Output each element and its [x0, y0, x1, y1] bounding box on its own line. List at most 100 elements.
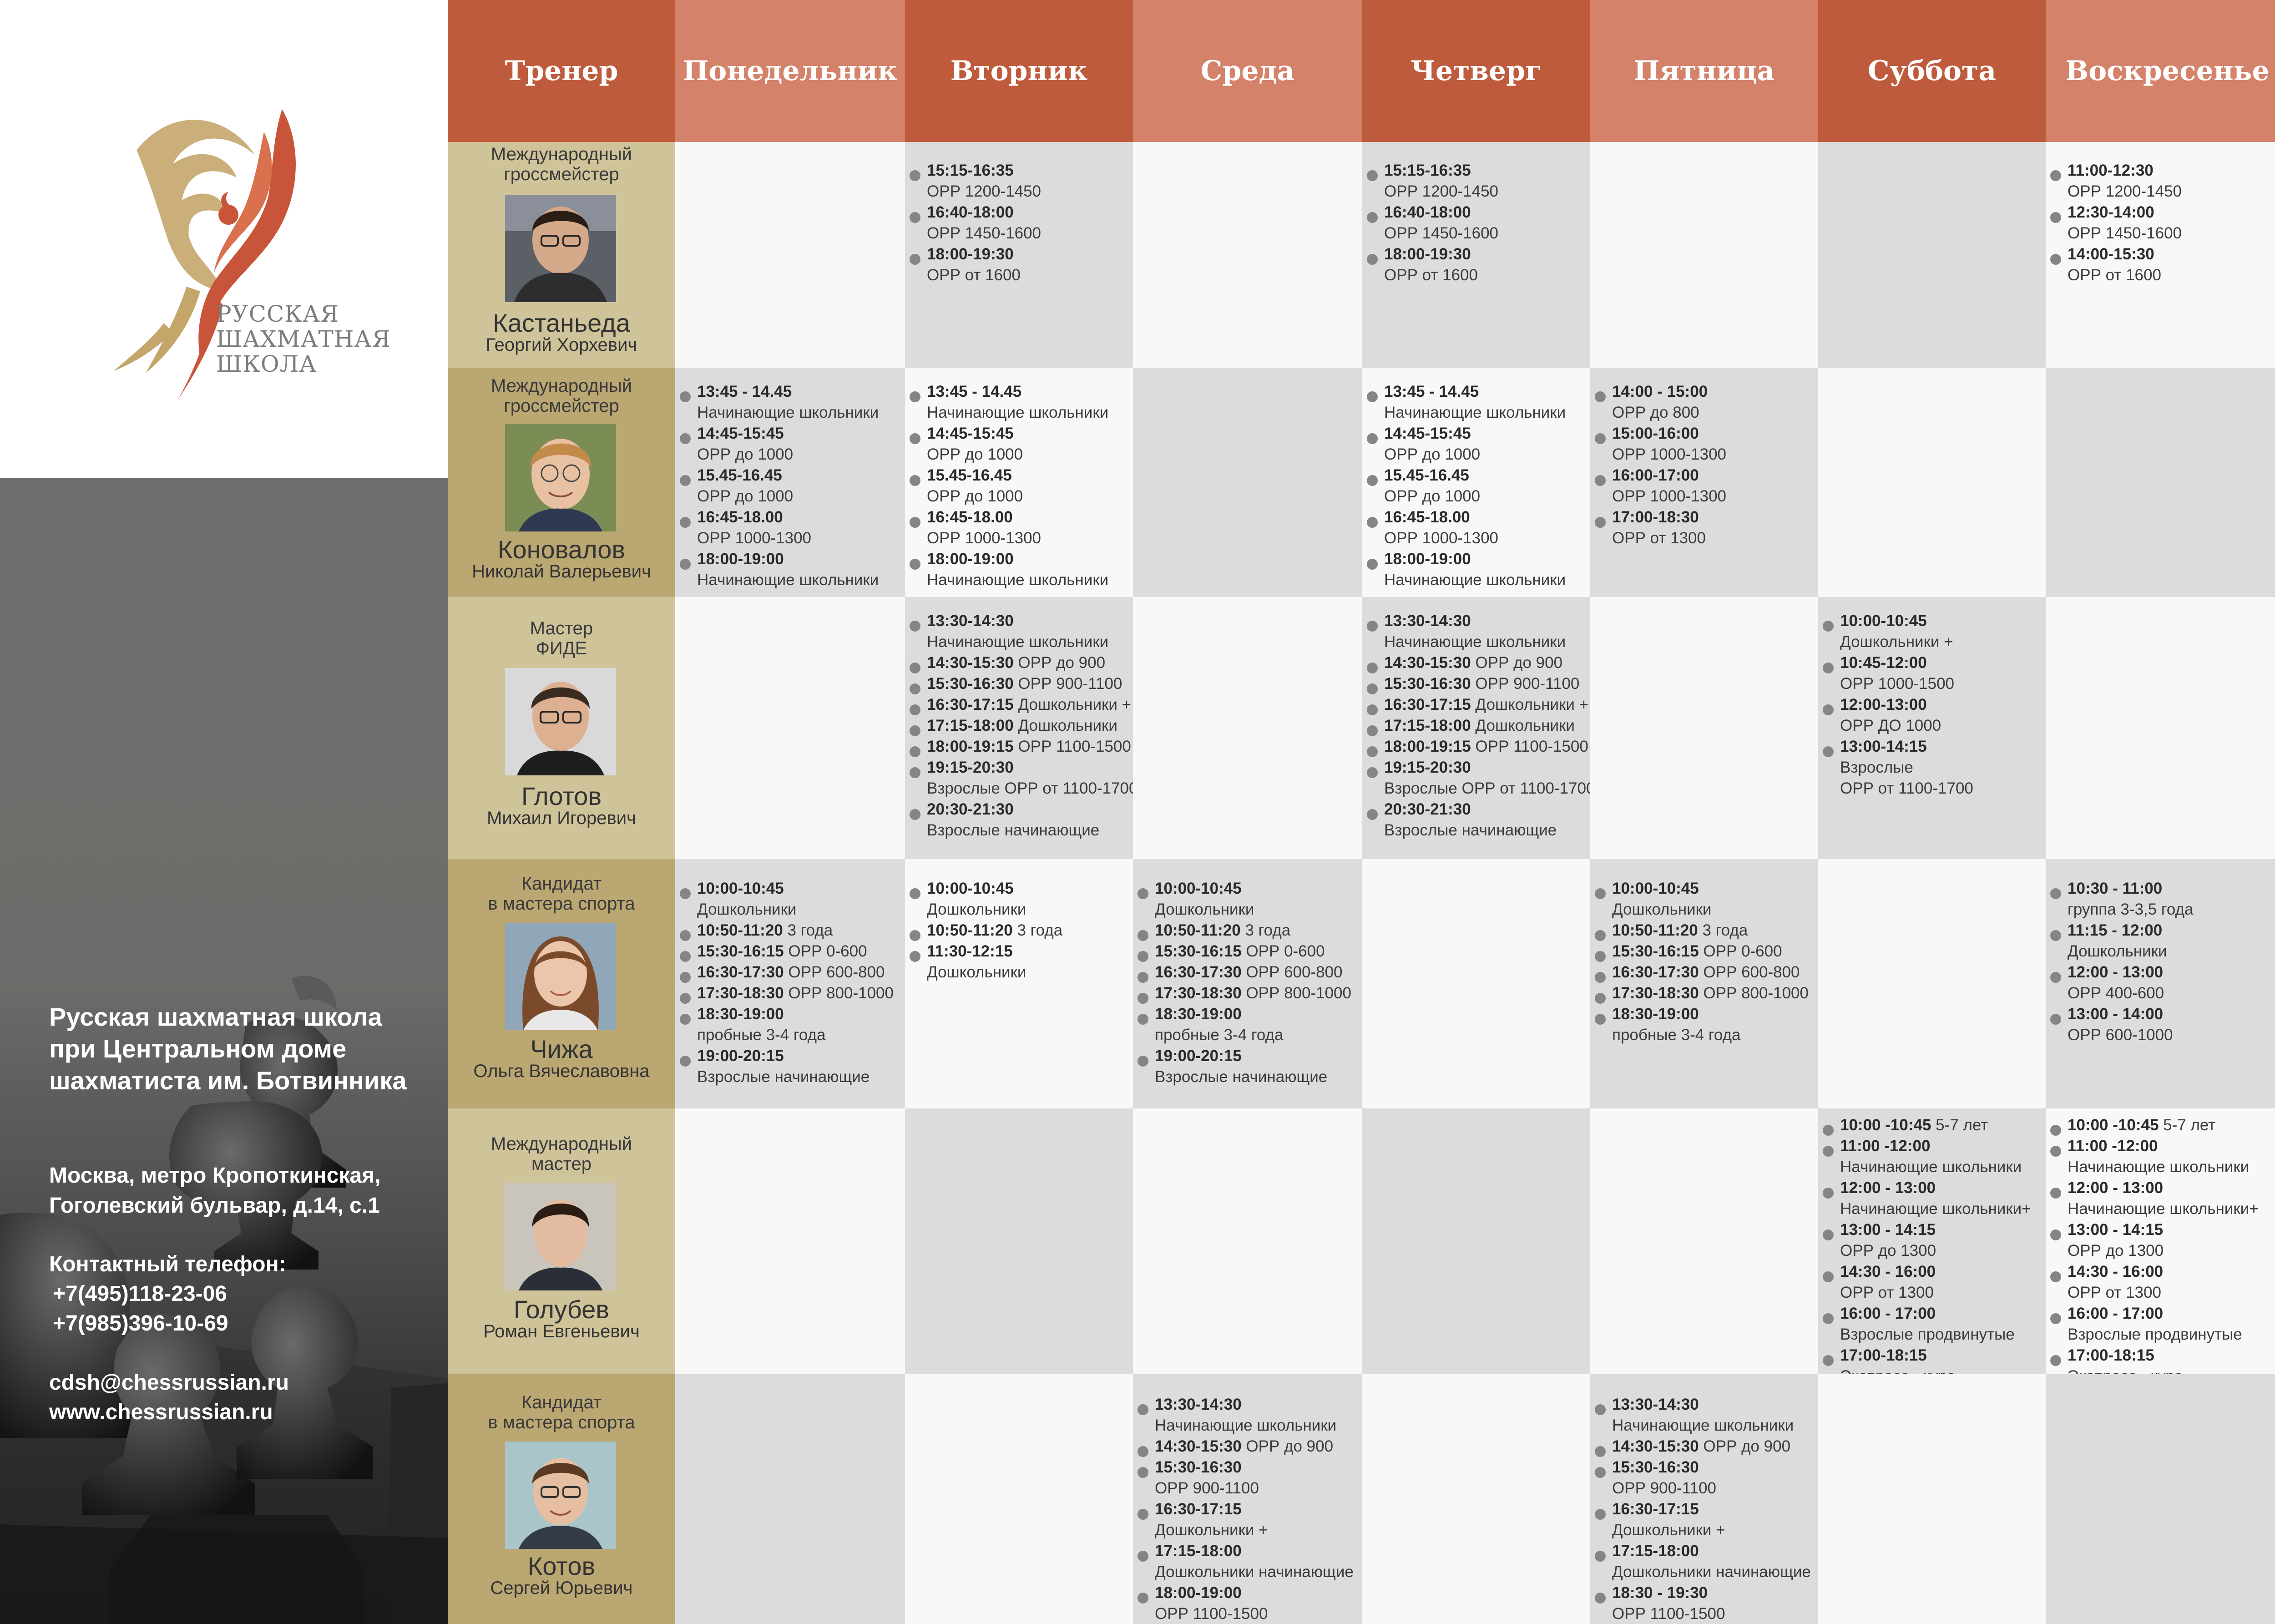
schedule-cell-4-tuesday: 10:00-10:45 Дошкольники 10:50-11:20 3 года…: [905, 859, 1133, 1108]
session-group-line: Начинающие школьники: [1362, 402, 1590, 423]
logo-text-line1: РУССКАЯ: [216, 301, 339, 327]
phone-2[interactable]: +7(985)396-10-69: [53, 1313, 228, 1335]
header-thursday: Четверг: [1362, 0, 1590, 142]
session-group-line: Взрослые начинающие: [905, 820, 1133, 841]
session-group-line: ОРР 1000-1300: [675, 528, 905, 549]
session-group: 5-7 лет: [2159, 1116, 2216, 1134]
session-time-line: 15:30-16:30 ОРР 900-1100: [1362, 673, 1590, 694]
bullet-icon: [1595, 391, 1606, 402]
bullet-icon: [680, 391, 691, 402]
session-group-line: ОРР 900-1100: [1590, 1478, 1818, 1499]
session-group-line: ОРР до 1000: [905, 486, 1133, 507]
session-group: ОРР до 1000: [697, 445, 794, 463]
session-group-line: ОРР до 1300: [1818, 1240, 2046, 1261]
session-group: ОРР до 1300: [1840, 1242, 1936, 1260]
schedule-cell-1-tuesday: 15:15-16:35 ОРР 1200-1450 16:40-18:00 ОРР 1…: [905, 142, 1133, 368]
session-group: ОРР от 1600: [927, 266, 1021, 284]
session-group: ОРР 1000-1500: [1840, 675, 1955, 693]
bullet-icon: [2050, 1188, 2061, 1199]
session-time-line: 14:45-15:45: [905, 423, 1133, 444]
session-group: ОРР от 1300: [2068, 1284, 2161, 1301]
session-time: 10:00-10:45: [927, 880, 1014, 897]
session-time: 12:00-13:00: [1840, 696, 1927, 713]
session-time-line: 12:00 - 13:00: [2046, 962, 2275, 983]
session-group-line: Дошкольники: [1133, 899, 1362, 920]
session-time-line: 16:45-18.00: [1362, 507, 1590, 528]
bullet-icon: [1595, 1509, 1606, 1520]
session-time-line: 17:00-18:15: [2046, 1345, 2275, 1366]
bullet-icon: [2050, 1014, 2061, 1025]
session-time: 11:00 -12:00: [1840, 1137, 1931, 1155]
session-group-line: ОРР 1450-1600: [2046, 223, 2275, 244]
trainer-title-line: гроссмейстер: [504, 396, 619, 416]
email-link[interactable]: cdsh@chessrussian.ru: [49, 1372, 289, 1394]
bullet-icon: [1367, 746, 1378, 757]
bullet-icon: [1823, 1146, 1834, 1157]
session-time-line: 11:30-12:15: [905, 941, 1133, 962]
schedule-cell-5-sunday: 10:00 -10:45 5-7 лет 11:00 -12:00 Начинающ…: [2046, 1108, 2275, 1374]
trainer-title-line: ФИДЕ: [536, 638, 587, 658]
session-time: 10:45-12:00: [1840, 654, 1927, 672]
session-group-line: ОРР ДО 1000: [1818, 715, 2046, 736]
bullet-icon: [1367, 809, 1378, 820]
bullet-icon: [1823, 1188, 1834, 1199]
bullet-icon: [1367, 621, 1378, 632]
session-time-line: 14:30-15:30 ОРР до 900: [1133, 1436, 1362, 1457]
trainer-title-line: Кандидат: [521, 874, 602, 894]
session-group-line: Дошкольники +: [1590, 1520, 1818, 1541]
bullet-icon: [910, 621, 920, 632]
session-time: 13:00 - 14:00: [2068, 1005, 2164, 1023]
schedule-cell-1-wednesday: [1133, 142, 1362, 368]
session-group: ОРР до 900: [1241, 1437, 1334, 1455]
session-time-line: 16:30-17:15 Дошкольники +: [905, 694, 1133, 715]
session-group-line: ОРР 1450-1600: [1362, 223, 1590, 244]
bullet-icon: [910, 433, 920, 444]
bullet-icon: [2050, 1355, 2061, 1366]
trainer-title-line: в мастера спорта: [488, 1412, 635, 1432]
session-group: Дошкольники: [1612, 901, 1712, 918]
trainer-name: Роман Евгеньевич: [483, 1321, 640, 1341]
bullet-icon: [1138, 1509, 1148, 1520]
schedule-cell-3-tuesday: 13:30-14:30 Начинающие школьники 14:30-15:…: [905, 597, 1133, 859]
branding-area: РУССКАЯ ШАХМАТНАЯ ШКОЛА: [0, 0, 448, 478]
bullet-icon: [1595, 433, 1606, 444]
session-time-line: 11:15 - 12:00: [2046, 920, 2275, 941]
phone-1[interactable]: +7(495)118-23-06: [53, 1283, 227, 1305]
session-time-line: 18:30-19:00: [1133, 1004, 1362, 1025]
session-time: 18:00-19:00: [1384, 550, 1471, 568]
trainer-photo-2: [505, 424, 616, 531]
session-time: 13:30-14:30: [927, 612, 1014, 630]
schedule-cell-6-thursday: [1362, 1374, 1590, 1624]
session-group-line: ОРР 1000-1300: [1590, 444, 1818, 465]
session-time-line: 15:30-16:30 ОРР 900-1100: [905, 673, 1133, 694]
schedule-cell-3-thursday: 13:30-14:30 Начинающие школьники 14:30-15:…: [1362, 597, 1590, 859]
session-group: ОРР от 1600: [1384, 266, 1478, 284]
session-time: 13:00 - 14:15: [2068, 1221, 2164, 1239]
session-group: Взрослые начинающие: [927, 821, 1100, 839]
session-time: 15:30-16:15: [1612, 942, 1699, 960]
session-time-line: 12:30-14:00: [2046, 202, 2275, 223]
trainer-photo-5: [505, 1183, 616, 1290]
session-group: ОРР от 1600: [2068, 266, 2161, 284]
session-time-line: 17:30-18:30 ОРР 800-1000: [675, 983, 905, 1004]
session-time-line: 17:30-18:30 ОРР 800-1000: [1590, 983, 1818, 1004]
session-time-line: 11:00-12:30: [2046, 160, 2275, 181]
trainer-photo-3: [505, 668, 616, 775]
bullet-icon: [1138, 972, 1148, 983]
session-group: Взрослые ОРР от 1100-1700: [927, 779, 1133, 797]
session-time-line: 13:30-14:30: [1362, 611, 1590, 632]
session-group-line: Взрослые начинающие: [675, 1067, 905, 1088]
session-time: 13:00 - 14:15: [1840, 1221, 1936, 1239]
session-group: Дошкольники +: [1013, 696, 1132, 713]
session-group: Дошкольники +: [1155, 1521, 1268, 1539]
session-time: 18:00-19:30: [1384, 245, 1471, 263]
session-group-line: ОРР 1200-1450: [2046, 181, 2275, 202]
session-group-line: ОРР 1000-1300: [1590, 486, 1818, 507]
session-time: 17:15-18:00: [1384, 717, 1471, 734]
session-time: 18:00-19:00: [927, 550, 1014, 568]
session-group-line: Начинающие школьники: [2046, 1157, 2275, 1178]
bullet-icon: [1367, 559, 1378, 570]
bullet-icon: [1823, 704, 1834, 715]
website-link[interactable]: www.chessrussian.ru: [49, 1401, 273, 1423]
trainer-surname: Чижа: [530, 1035, 593, 1063]
